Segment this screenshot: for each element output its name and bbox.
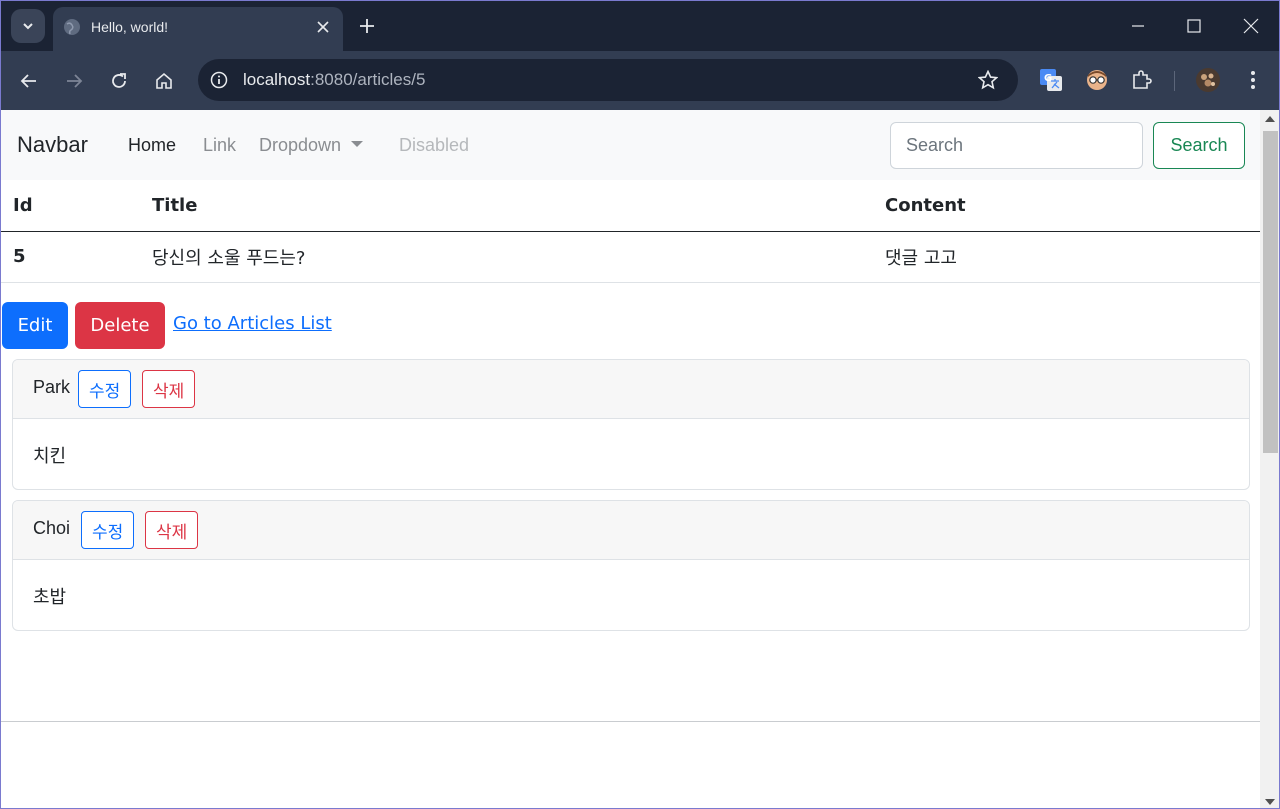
article-id: 5 [1, 231, 140, 283]
column-header-content: Content [873, 180, 1260, 232]
column-header-id: Id [1, 180, 140, 232]
comment-delete-button[interactable]: 삭제 [145, 511, 199, 549]
scroll-down-arrow-icon[interactable] [1265, 799, 1275, 805]
nav-link-disabled: Disabled [399, 135, 470, 155]
browser-tab[interactable]: Hello, world! [53, 7, 343, 51]
tab-close-button[interactable] [313, 17, 333, 37]
bookmark-button[interactable] [976, 68, 1000, 92]
tab-title: Hello, world! [91, 19, 169, 35]
edit-button[interactable]: Edit [2, 302, 68, 349]
tab-search-button[interactable] [11, 9, 45, 43]
chevron-down-icon [23, 23, 33, 30]
google-translate-extension[interactable]: G [1037, 66, 1065, 94]
comment-header: Choi 수정 삭제 [13, 501, 1249, 560]
address-bar[interactable]: localhost:8080/articles/5 [198, 59, 1018, 101]
navbar-brand[interactable]: Navbar [17, 132, 88, 158]
caret-down-icon [351, 141, 364, 148]
comment-header: Park 수정 삭제 [13, 360, 1249, 419]
comment-body: 치킨 [33, 446, 67, 467]
extensions-button[interactable] [1128, 66, 1156, 94]
arrow-left-icon [20, 74, 36, 88]
url-path: :8080/articles/5 [310, 70, 426, 89]
close-window-button[interactable] [1238, 13, 1264, 39]
search-button[interactable]: Search [1153, 122, 1245, 169]
tab-strip: Hello, world! [1, 1, 1279, 51]
forward-button[interactable] [59, 66, 89, 96]
article-table: Id Title Content 5 당신의 소울 푸드는? 댓글 고고 [1, 180, 1260, 283]
nav-dropdown-label: Dropdown [259, 135, 342, 155]
new-tab-button[interactable] [356, 15, 378, 37]
url-text: localhost:8080/articles/5 [243, 70, 425, 90]
scroll-up-arrow-icon[interactable] [1265, 116, 1275, 122]
comment-edit-button[interactable]: 수정 [81, 511, 135, 549]
maximize-button[interactable] [1181, 13, 1207, 39]
browser-window: Hello, world! localhost:8080/articles/5 … [0, 0, 1280, 809]
close-icon [317, 21, 329, 33]
avatar [1196, 68, 1220, 92]
vertical-scrollbar[interactable] [1260, 110, 1279, 808]
minimize-button[interactable] [1125, 13, 1151, 39]
globe-icon [64, 19, 80, 35]
plus-icon [360, 19, 374, 33]
table-header-row: Id Title Content [1, 180, 1260, 232]
comment-body: 초밥 [33, 587, 67, 608]
navbar: Navbar Home Link Dropdown Disabled Searc… [1, 110, 1260, 180]
search-input[interactable] [890, 122, 1143, 169]
home-icon [156, 72, 172, 89]
nav-dropdown[interactable]: Dropdown [259, 135, 364, 156]
menu-button[interactable] [1239, 66, 1267, 94]
comment-delete-button[interactable]: 삭제 [142, 370, 196, 408]
comment-edit-button[interactable]: 수정 [78, 370, 132, 408]
column-header-title: Title [140, 180, 873, 232]
nav-link-link[interactable]: Link [203, 135, 236, 156]
page-content: Navbar Home Link Dropdown Disabled Searc… [1, 110, 1260, 808]
back-button[interactable] [14, 66, 44, 96]
minimize-icon [1132, 25, 1144, 27]
divider [1, 721, 1260, 722]
delete-button[interactable]: Delete [75, 302, 165, 349]
close-icon [1243, 18, 1259, 34]
toolbar-separator [1174, 71, 1175, 91]
puzzle-icon [1133, 70, 1152, 89]
article-title: 당신의 소울 푸드는? [140, 231, 873, 283]
comment-nickname: Park [33, 377, 71, 397]
url-host: localhost [243, 70, 311, 89]
nav-link-home[interactable]: Home [128, 135, 176, 156]
home-button[interactable] [149, 66, 179, 96]
maximize-icon [1187, 19, 1201, 33]
site-info-button[interactable] [208, 69, 230, 91]
star-icon [978, 70, 998, 90]
arrow-right-icon [67, 74, 83, 88]
reader-extension[interactable] [1083, 66, 1111, 94]
scroll-thumb[interactable] [1263, 131, 1278, 453]
reload-button[interactable] [104, 66, 134, 96]
browser-toolbar: localhost:8080/articles/5 G [1, 51, 1279, 110]
table-row: 5 당신의 소울 푸드는? 댓글 고고 [1, 231, 1260, 283]
articles-list-link[interactable]: Go to Articles List [173, 313, 332, 334]
reload-icon [112, 73, 126, 88]
kebab-menu-icon [1251, 71, 1255, 89]
comment-card: Choi 수정 삭제 초밥 [12, 500, 1250, 631]
profile-button[interactable] [1194, 66, 1222, 94]
comment-card: Park 수정 삭제 치킨 [12, 359, 1250, 490]
article-content: 댓글 고고 [873, 231, 1260, 283]
face-glasses-icon [1087, 70, 1107, 90]
translate-icon: G [1040, 69, 1062, 91]
comment-nickname: Choi [33, 518, 71, 538]
svg-text:G: G [1044, 73, 1052, 84]
info-icon [210, 71, 228, 89]
